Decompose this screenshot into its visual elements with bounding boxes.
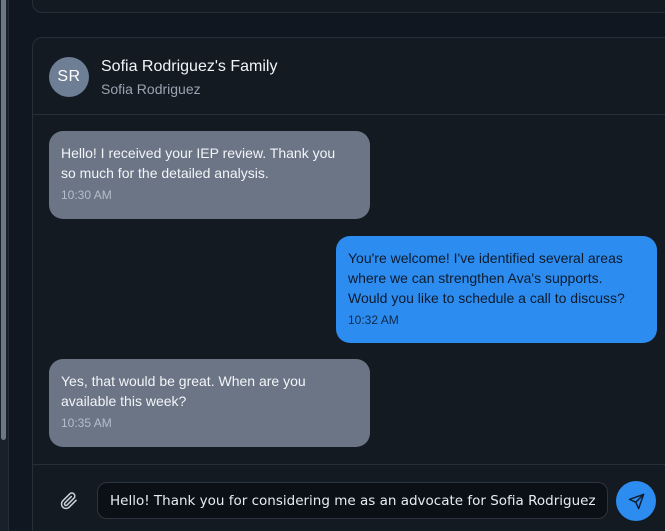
message-text: You're welcome! I've identified several … — [348, 250, 625, 306]
message-composer — [33, 464, 665, 531]
send-icon — [628, 493, 644, 509]
chat-header: SR Sofia Rodriguez's Family Sofia Rodrig… — [33, 38, 665, 115]
message-bubble-outgoing: You're welcome! I've identified several … — [336, 236, 657, 343]
paperclip-icon — [60, 492, 77, 510]
sidebar-scrollbar[interactable] — [0, 0, 9, 531]
sidebar-scrollbar-thumb[interactable] — [1, 0, 6, 440]
conversation-subtitle: Sofia Rodriguez — [101, 81, 201, 97]
message-timestamp: 10:32 AM — [348, 313, 399, 327]
message-bubble-incoming: Hello! I received your IEP review. Thank… — [49, 131, 370, 219]
avatar: SR — [49, 57, 89, 97]
attach-button[interactable] — [57, 489, 81, 513]
message-timestamp: 10:30 AM — [61, 188, 112, 202]
message-bubble-incoming: Yes, that would be great. When are you a… — [49, 359, 370, 447]
send-button[interactable] — [616, 481, 656, 521]
previous-card — [32, 0, 665, 13]
message-timestamp: 10:35 AM — [61, 416, 112, 430]
message-text: Hello! I received your IEP review. Thank… — [61, 145, 336, 181]
message-input[interactable] — [97, 482, 608, 519]
chat-panel: SR Sofia Rodriguez's Family Sofia Rodrig… — [32, 37, 665, 531]
messages-page: SR Sofia Rodriguez's Family Sofia Rodrig… — [0, 0, 665, 531]
message-text: Yes, that would be great. When are you a… — [61, 373, 306, 409]
conversation-title: Sofia Rodriguez's Family — [101, 58, 278, 75]
